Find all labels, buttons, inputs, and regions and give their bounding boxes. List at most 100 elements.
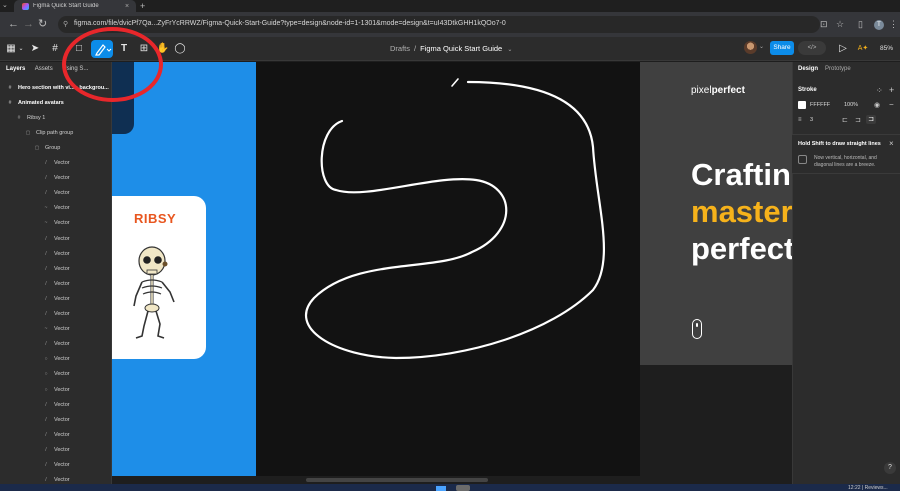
pen-stroke-path[interactable] xyxy=(256,62,640,476)
main-menu-chevron-icon[interactable]: ⌄ xyxy=(14,42,28,56)
layer-row[interactable]: # Ribsy 1 xyxy=(0,110,112,125)
layer-row[interactable]: / Vector xyxy=(0,276,112,291)
user-avatar[interactable] xyxy=(744,41,757,54)
dev-mode-toggle[interactable]: </> xyxy=(798,41,826,55)
stroke-center-icon[interactable]: ⊐ xyxy=(855,116,861,124)
layer-type-icon: # xyxy=(8,84,12,91)
move-tool-icon[interactable]: ➤ xyxy=(28,42,42,56)
drafts-link[interactable]: Drafts xyxy=(390,44,410,53)
layer-type-icon: ~ xyxy=(44,220,48,227)
layer-type-icon: # xyxy=(17,114,21,121)
share-button[interactable]: Share xyxy=(770,41,794,55)
file-menu-chevron-icon[interactable]: ⌄ xyxy=(507,47,512,53)
scroll-mouse-icon xyxy=(692,319,702,339)
layer-row[interactable]: / Vector xyxy=(0,231,112,246)
layer-row[interactable]: / Vector xyxy=(0,261,112,276)
back-icon[interactable]: ← xyxy=(8,18,19,30)
layer-row[interactable]: ○ Vector xyxy=(0,367,112,382)
layer-row[interactable]: ▢ Group xyxy=(0,140,112,155)
remove-stroke-icon[interactable]: − xyxy=(889,100,894,109)
layer-row[interactable]: ▢ Clip path group xyxy=(0,125,112,140)
layer-type-icon: ○ xyxy=(44,356,48,363)
layer-type-icon: / xyxy=(45,250,47,257)
tab-design[interactable]: Design xyxy=(798,66,818,72)
layer-row[interactable]: / Vector xyxy=(0,291,112,306)
browser-menu-icon[interactable]: ⋮ xyxy=(889,18,898,30)
stroke-color-swatch[interactable] xyxy=(798,101,806,109)
layer-label: Clip path group xyxy=(36,129,74,136)
close-tab-icon[interactable]: × xyxy=(125,3,129,10)
layer-type-icon: / xyxy=(45,431,47,438)
layer-type-icon: ▢ xyxy=(25,129,31,136)
layer-type-icon: / xyxy=(45,190,47,197)
stroke-style-icon[interactable]: ⁘ xyxy=(876,86,883,95)
add-stroke-icon[interactable]: + xyxy=(889,85,894,95)
hide-stroke-icon[interactable]: ◉ xyxy=(874,101,880,109)
layer-type-icon: # xyxy=(8,99,12,106)
present-icon[interactable]: ▷ xyxy=(836,42,850,56)
browser-tab[interactable]: Figma Quick Start Guide × xyxy=(14,0,136,12)
layer-row[interactable]: ~ Vector xyxy=(0,216,112,231)
stroke-hex[interactable]: FFFFFF xyxy=(810,102,830,108)
stroke-inside-icon[interactable]: ⊏ xyxy=(842,116,848,124)
breadcrumb: Drafts / Figma Quick Start Guide ⌄ xyxy=(390,44,512,53)
comment-tool-icon[interactable]: ◯ xyxy=(173,42,187,56)
layer-row[interactable]: / Vector xyxy=(0,186,112,201)
layer-type-icon: ○ xyxy=(44,386,48,393)
layer-label: Vector xyxy=(54,371,70,378)
horizontal-scrollbar[interactable] xyxy=(306,478,488,482)
layer-row[interactable]: / Vector xyxy=(0,427,112,442)
help-button[interactable]: ? xyxy=(884,462,896,474)
layer-type-icon: ▢ xyxy=(34,144,40,151)
clock: 12:22 | Reviews... xyxy=(848,485,888,491)
layer-row[interactable]: ○ Vector xyxy=(0,382,112,397)
layer-label: Vector xyxy=(54,386,70,393)
stroke-opacity[interactable]: 100% xyxy=(844,102,858,108)
layer-row[interactable]: ~ Vector xyxy=(0,322,112,337)
tip-description: Now vertical, horizontal, and diagonal l… xyxy=(814,155,877,168)
layer-row[interactable]: / Vector xyxy=(0,458,112,473)
layer-row[interactable]: / Vector xyxy=(0,442,112,457)
layer-type-icon: ○ xyxy=(44,371,48,378)
layer-label: Vector xyxy=(54,295,70,302)
tab-layers[interactable]: Layers xyxy=(6,66,25,72)
layer-row[interactable]: ~ Vector xyxy=(0,201,112,216)
layer-row[interactable]: / Vector xyxy=(0,156,112,171)
frame-tool-icon[interactable]: # xyxy=(48,42,62,56)
new-tab-icon[interactable]: + xyxy=(140,1,145,11)
profile-avatar[interactable]: T xyxy=(874,20,884,30)
forward-icon[interactable]: → xyxy=(23,18,34,30)
properties-panel xyxy=(792,62,900,491)
layer-label: Vector xyxy=(54,311,70,317)
layer-row[interactable]: / Vector xyxy=(0,246,112,261)
site-info-icon[interactable]: ⚲ xyxy=(63,20,68,28)
avatar-chevron-icon[interactable]: ⌄ xyxy=(759,43,764,50)
ai-tools-icon[interactable]: A✦ xyxy=(856,42,870,56)
install-app-icon[interactable]: ⊡ xyxy=(820,18,828,30)
layer-row[interactable]: / Vector xyxy=(0,397,112,412)
tab-prototype[interactable]: Prototype xyxy=(825,66,851,72)
bookmark-star-icon[interactable]: ☆ xyxy=(836,18,844,30)
tab-assets[interactable]: Assets xyxy=(35,66,53,72)
close-tip-icon[interactable]: × xyxy=(889,139,894,148)
stroke-weight-icon: ≡ xyxy=(798,117,802,123)
taskbar-app-icon[interactable] xyxy=(456,485,470,491)
zoom-level[interactable]: 85% xyxy=(880,45,893,52)
layer-row[interactable]: ○ Vector xyxy=(0,352,112,367)
tab-search-icon[interactable]: ⌄ xyxy=(2,1,8,9)
reload-icon[interactable]: ↻ xyxy=(38,18,47,30)
file-name[interactable]: Figma Quick Start Guide xyxy=(420,44,502,53)
stroke-weight[interactable]: 3 xyxy=(810,117,813,123)
layer-row[interactable]: / Vector xyxy=(0,337,112,352)
side-panel-icon[interactable]: ▯ xyxy=(858,18,863,30)
stroke-outside-icon[interactable]: ⊐ xyxy=(866,115,876,124)
layer-row[interactable]: / Vector xyxy=(0,171,112,186)
start-icon[interactable] xyxy=(436,486,446,491)
layer-row[interactable]: / Vector xyxy=(0,307,112,322)
right-panel-tabs: Design Prototype xyxy=(798,66,851,72)
layer-type-icon: / xyxy=(45,341,47,348)
layer-row[interactable]: / Vector xyxy=(0,412,112,427)
layer-label: Vector xyxy=(54,416,70,423)
layer-label: Group xyxy=(45,144,61,151)
layer-type-icon: / xyxy=(45,311,47,317)
